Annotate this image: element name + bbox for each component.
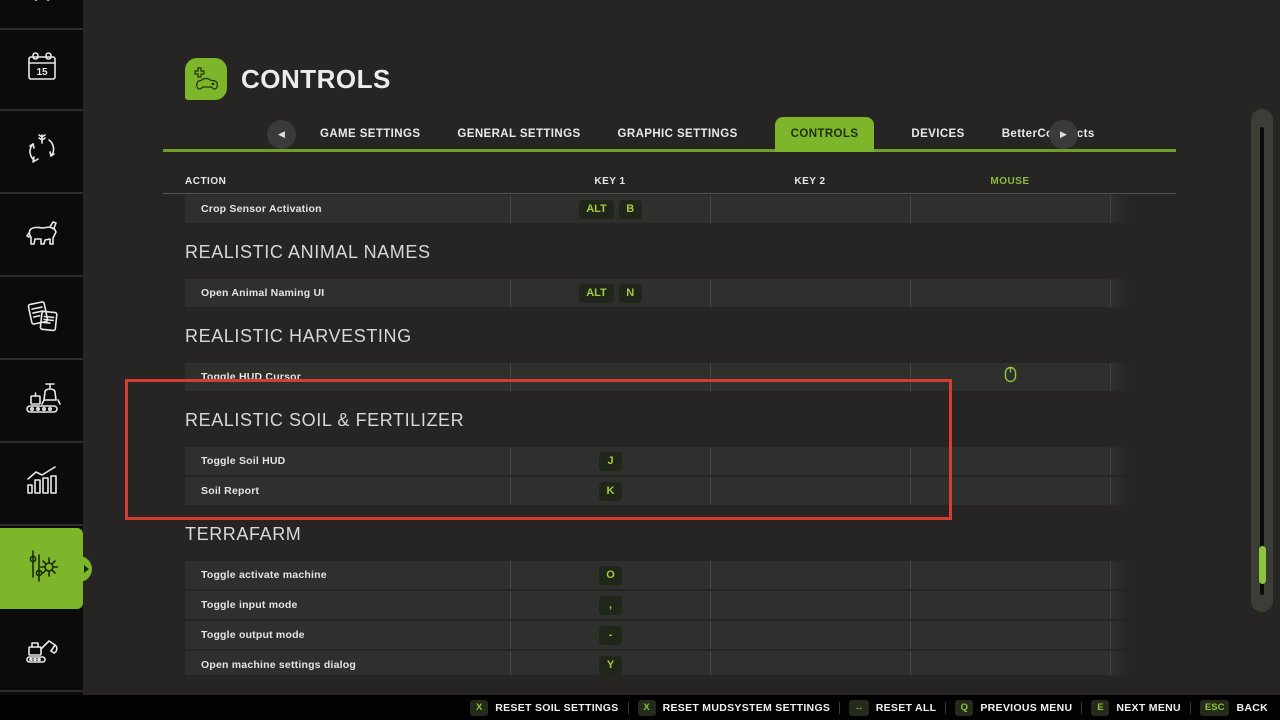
- table-header-separator: [163, 193, 1176, 194]
- section-title: REALISTIC SOIL & FERTILIZER: [185, 393, 1175, 447]
- action-label: Open machine settings dialog: [201, 659, 356, 671]
- bottom-bar-separator: [1190, 702, 1191, 714]
- bottom-bar-separator: [945, 702, 946, 714]
- construction-icon: [19, 625, 65, 676]
- section-title: REALISTIC ANIMAL NAMES: [185, 225, 1175, 279]
- action-label: Toggle output mode: [201, 629, 305, 641]
- svg-text:15: 15: [36, 67, 48, 78]
- sidebar-item-animals[interactable]: [0, 196, 83, 277]
- bottom-action-next-menu[interactable]: E NEXT MENU: [1091, 700, 1181, 716]
- table-header: ACTION KEY 1 KEY 2 MOUSE: [185, 169, 1130, 193]
- key-badge: E: [1091, 700, 1109, 716]
- bottom-action-label: RESET MUDSYSTEM SETTINGS: [663, 702, 831, 714]
- bottom-action-bar: X RESET SOIL SETTINGS X RESET MUDSYSTEM SET…: [0, 695, 1280, 720]
- contracts-icon: [20, 294, 64, 343]
- keybind-row[interactable]: Open machine settings dialog Y: [185, 651, 1175, 675]
- crop-rotation-icon: [21, 129, 63, 176]
- bottom-action-reset-soil-settings[interactable]: X RESET SOIL SETTINGS: [470, 700, 618, 716]
- keybind-row[interactable]: Crop Sensor Activation ALT B: [185, 195, 1175, 223]
- action-label: Toggle input mode: [201, 599, 298, 611]
- bottom-action-label: BACK: [1236, 702, 1268, 714]
- keybind-list: Crop Sensor Activation ALT B REALISTIC ANIM…: [185, 195, 1175, 675]
- bottom-action-label: RESET SOIL SETTINGS: [495, 702, 618, 714]
- statistics-icon: [19, 459, 65, 510]
- key-badge[interactable]: N: [619, 284, 642, 303]
- settings-icon: [19, 543, 65, 594]
- keybind-row[interactable]: Toggle HUD Cursor: [185, 363, 1175, 391]
- column-header-key2: KEY 2: [710, 176, 910, 187]
- bottom-bar-separator: [628, 702, 629, 714]
- action-label: Toggle activate machine: [201, 569, 327, 581]
- key-badge[interactable]: ,: [599, 596, 622, 615]
- key-badge[interactable]: ALT: [579, 200, 614, 219]
- key-badge: ↔: [849, 700, 869, 716]
- tab-graphic-settings[interactable]: GRAPHIC SETTINGS: [618, 128, 738, 140]
- key-badge: ESC: [1200, 700, 1230, 716]
- key-badge[interactable]: -: [599, 626, 622, 645]
- column-header-action: ACTION: [185, 176, 510, 187]
- scrollbar-thumb[interactable]: [1259, 546, 1266, 584]
- calendar-icon: 15: [21, 46, 63, 93]
- tab-devices[interactable]: DEVICES: [911, 128, 964, 140]
- keybind-row[interactable]: Open Animal Naming UI ALT N: [185, 279, 1175, 307]
- controls-page-icon: [185, 58, 227, 100]
- mouse-icon: [1004, 366, 1017, 388]
- sidebar-item-crop-rotation[interactable]: [0, 113, 83, 194]
- sidebar-item-map[interactable]: [0, 0, 83, 30]
- keybind-row[interactable]: Toggle activate machine O: [185, 561, 1175, 589]
- active-tab-notch: [76, 556, 92, 582]
- tab-general-settings[interactable]: GENERAL SETTINGS: [457, 128, 580, 140]
- sidebar-item-calendar[interactable]: 15: [0, 30, 83, 111]
- key-badge[interactable]: Y: [599, 656, 622, 675]
- column-header-key1: KEY 1: [510, 176, 710, 187]
- action-label: Soil Report: [201, 485, 259, 497]
- keybind-row[interactable]: Toggle Soil HUD J: [185, 447, 1175, 475]
- sidebar: 15: [0, 0, 83, 695]
- key-badge: X: [638, 700, 656, 716]
- tab-controls[interactable]: CONTROLS: [775, 117, 875, 152]
- bottom-action-back[interactable]: ESC BACK: [1200, 700, 1268, 716]
- bottom-action-label: NEXT MENU: [1116, 702, 1181, 714]
- bottom-bar-separator: [1081, 702, 1082, 714]
- scrollbar[interactable]: [1251, 109, 1273, 612]
- bottom-action-previous-menu[interactable]: Q PREVIOUS MENU: [955, 700, 1072, 716]
- key-badge[interactable]: K: [599, 482, 622, 501]
- key-badge: X: [470, 700, 488, 716]
- action-label: Toggle HUD Cursor: [201, 371, 301, 383]
- keybind-row[interactable]: Soil Report K: [185, 477, 1175, 505]
- keybind-row[interactable]: Toggle output mode -: [185, 621, 1175, 649]
- key-badge[interactable]: J: [599, 452, 622, 471]
- tabbar: ◀ GAME SETTINGS GENERAL SETTINGS GRAPHIC S…: [163, 116, 1176, 152]
- scrollbar-track[interactable]: [1260, 127, 1264, 595]
- tabs-next-arrow-icon[interactable]: ▶: [1049, 120, 1078, 149]
- bottom-action-reset-mudsystem-settings[interactable]: X RESET MUDSYSTEM SETTINGS: [638, 700, 831, 716]
- section-title: REALISTIC HARVESTING: [185, 309, 1175, 363]
- section-title: TERRAFARM: [185, 507, 1175, 561]
- key-badge[interactable]: O: [599, 566, 622, 585]
- key-badge: Q: [955, 700, 973, 716]
- production-icon: [19, 376, 65, 427]
- sidebar-item-settings[interactable]: [0, 528, 83, 609]
- bottom-action-label: RESET ALL: [876, 702, 937, 714]
- column-header-mouse: MOUSE: [910, 176, 1110, 187]
- key-badge[interactable]: ALT: [579, 284, 614, 303]
- tab-game-settings[interactable]: GAME SETTINGS: [320, 128, 420, 140]
- page-title: CONTROLS: [241, 64, 391, 95]
- action-label: Toggle Soil HUD: [201, 455, 285, 467]
- sidebar-item-construction[interactable]: [0, 611, 83, 692]
- sidebar-item-statistics[interactable]: [0, 445, 83, 526]
- key-badge[interactable]: B: [619, 200, 642, 219]
- animals-icon: [20, 211, 64, 260]
- sidebar-item-contracts[interactable]: [0, 279, 83, 360]
- gamepad-icon: [190, 63, 222, 95]
- keybind-row[interactable]: Toggle input mode,: [185, 591, 1175, 619]
- action-label: Open Animal Naming UI: [201, 287, 324, 299]
- action-label: Crop Sensor Activation: [201, 203, 322, 215]
- tabs-prev-arrow-icon[interactable]: ◀: [267, 120, 296, 149]
- bottom-action-label: PREVIOUS MENU: [980, 702, 1072, 714]
- bottom-bar-separator: [839, 702, 840, 714]
- map-icon: [22, 0, 62, 11]
- bottom-action-reset-all[interactable]: ↔ RESET ALL: [849, 700, 936, 716]
- sidebar-item-production[interactable]: [0, 362, 83, 443]
